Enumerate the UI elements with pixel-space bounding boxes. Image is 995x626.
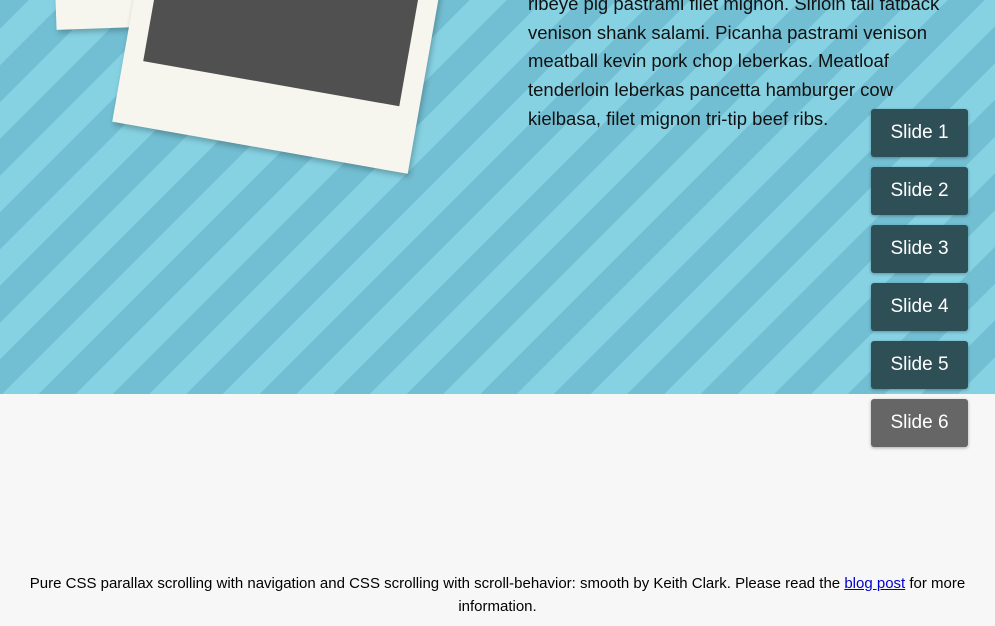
slide-2-link[interactable]: Slide 2: [871, 167, 968, 215]
nav-item: Slide 5: [871, 341, 968, 389]
nav-item: Slide 6: [871, 399, 968, 447]
nav-item: Slide 3: [871, 225, 968, 273]
photo-image: [143, 0, 437, 107]
slide-navigation: Slide 1 Slide 2 Slide 3 Slide 4 Slide 5 …: [871, 109, 968, 457]
slide-6-link[interactable]: Slide 6: [871, 399, 968, 447]
slide-4-link[interactable]: Slide 4: [871, 283, 968, 331]
nav-item: Slide 2: [871, 167, 968, 215]
blog-post-link[interactable]: blog post: [844, 575, 905, 592]
slide-1-link[interactable]: Slide 1: [871, 109, 968, 157]
slide-3-link[interactable]: Slide 3: [871, 225, 968, 273]
slide-5-link[interactable]: Slide 5: [871, 341, 968, 389]
nav-item: Slide 4: [871, 283, 968, 331]
footer-text-before: Pure CSS parallax scrolling with navigat…: [29, 575, 845, 592]
polaroid-photo: [112, 0, 460, 174]
footer-credit: Pure CSS parallax scrolling with navigat…: [0, 573, 995, 618]
nav-item: Slide 1: [871, 109, 968, 157]
slide-section: ribeye pig pastrami filet mignon. Sirloi…: [0, 0, 995, 394]
